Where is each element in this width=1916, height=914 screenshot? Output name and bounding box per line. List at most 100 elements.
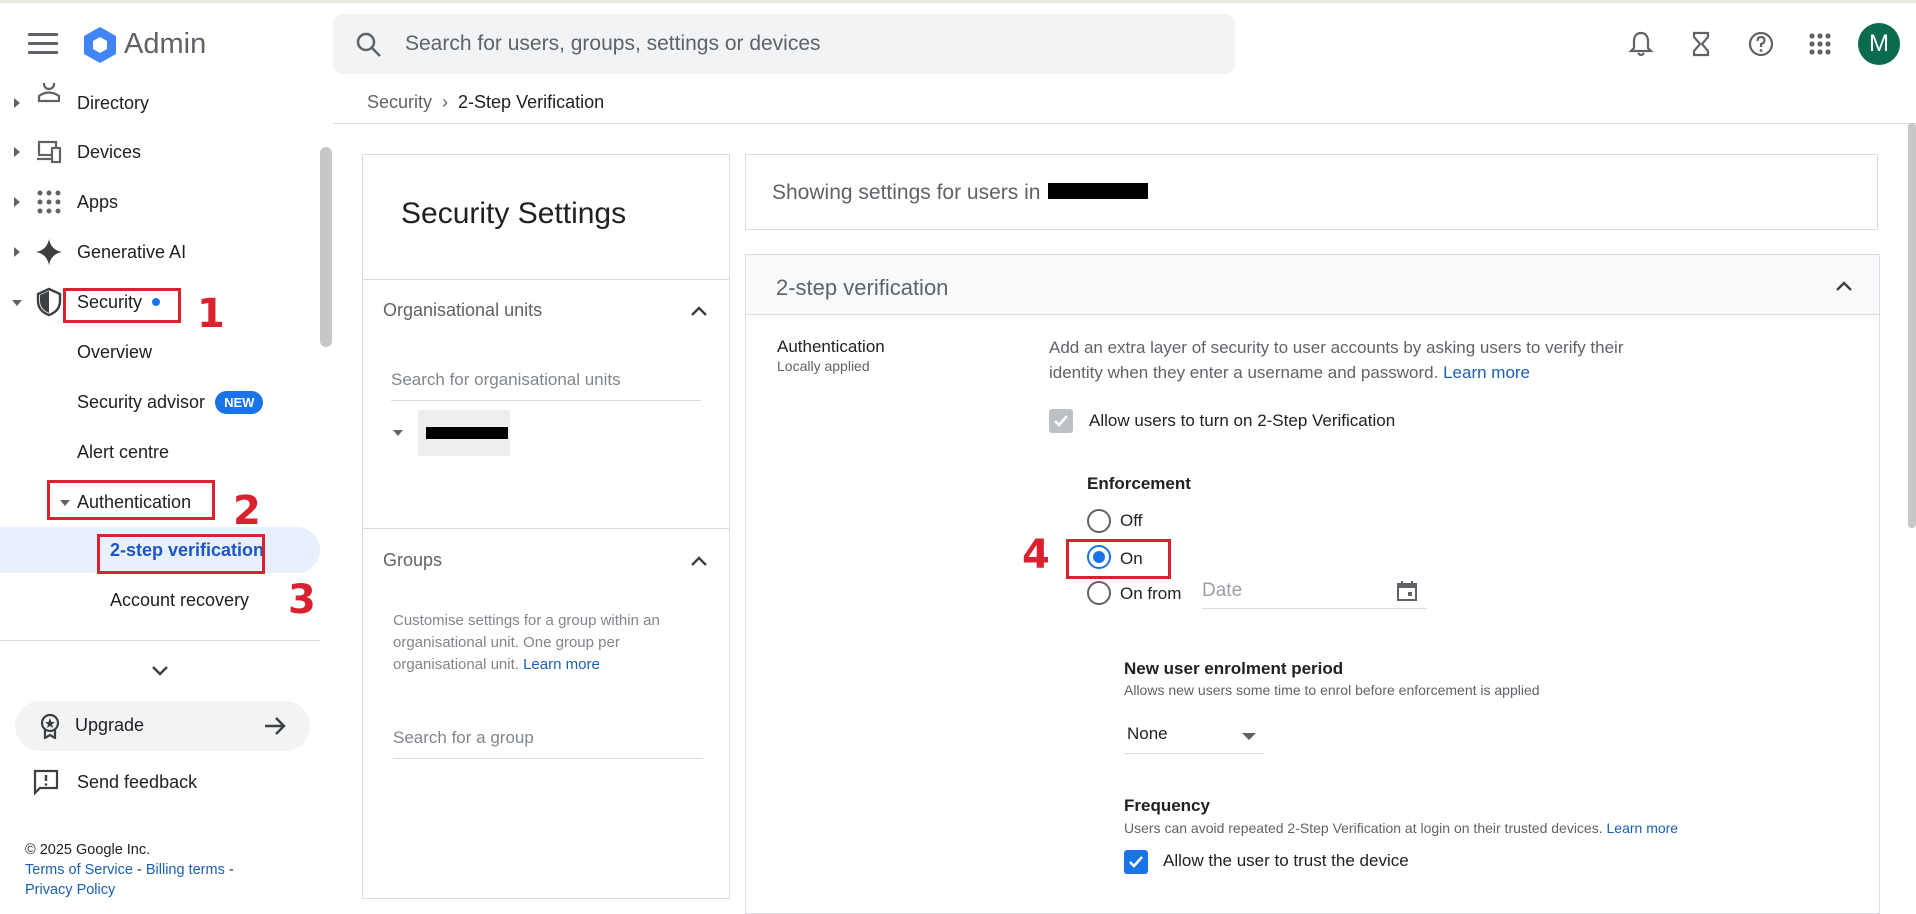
enforcement-on-from-label: On from bbox=[1120, 584, 1182, 603]
panel-title: Security Settings bbox=[401, 197, 627, 230]
sidebar-item-devices[interactable]: Devices bbox=[77, 129, 141, 175]
frequency-description-text: Users can avoid repeated 2-Step Verifica… bbox=[1124, 820, 1603, 836]
annotation-box-authentication bbox=[47, 480, 215, 520]
search-bar[interactable]: Search for users, groups, settings or de… bbox=[333, 14, 1235, 74]
expand-caret-icon[interactable] bbox=[14, 247, 20, 257]
search-input[interactable]: Search for users, groups, settings or de… bbox=[405, 32, 821, 56]
showing-settings-bar: Showing settings for users in bbox=[745, 154, 1878, 230]
shield-icon bbox=[36, 287, 62, 317]
header: Admin Search for users, groups, settings… bbox=[0, 3, 1916, 83]
authentication-label: Authentication bbox=[777, 337, 885, 356]
award-icon bbox=[40, 713, 60, 739]
expand-caret-icon[interactable] bbox=[14, 98, 20, 108]
locally-applied-label: Locally applied bbox=[777, 358, 870, 374]
collapse-caret-icon[interactable] bbox=[12, 300, 22, 306]
chevron-up-icon[interactable] bbox=[689, 554, 709, 568]
sidebar-item-overview[interactable]: Overview bbox=[77, 329, 152, 375]
sidebar-item-apps[interactable]: Apps bbox=[77, 179, 118, 225]
enforcement-on-from-radio[interactable] bbox=[1087, 581, 1111, 605]
groups-title: Groups bbox=[383, 550, 443, 570]
date-input[interactable]: Date bbox=[1202, 580, 1242, 602]
footer: © 2025 Google Inc. Terms of Service - Bi… bbox=[25, 842, 234, 898]
enrolment-period-select[interactable]: None bbox=[1124, 718, 1264, 754]
enforcement-off-label: Off bbox=[1120, 511, 1143, 530]
enrolment-period-value: None bbox=[1127, 724, 1168, 743]
sidebar-scrollbar[interactable] bbox=[320, 147, 332, 347]
terms-link[interactable]: Terms of Service bbox=[25, 862, 133, 878]
apps-icon bbox=[37, 190, 61, 214]
annotation-number: 3 bbox=[288, 577, 316, 623]
divider bbox=[333, 123, 1916, 124]
expand-caret-icon[interactable] bbox=[14, 147, 20, 157]
sparkle-icon bbox=[36, 239, 62, 265]
enforcement-title: Enforcement bbox=[1087, 474, 1191, 493]
auth-description-text: Add an extra layer of security to user a… bbox=[1049, 338, 1624, 382]
date-field[interactable]: Date bbox=[1202, 575, 1427, 609]
copyright: © 2025 Google Inc. bbox=[25, 842, 151, 858]
calendar-icon[interactable] bbox=[1396, 580, 1418, 602]
allow-2sv-label: Allow users to turn on 2-Step Verificati… bbox=[1089, 411, 1396, 430]
privacy-link[interactable]: Privacy Policy bbox=[25, 882, 115, 898]
card-header[interactable]: 2-step verification bbox=[746, 255, 1879, 315]
chevron-up-icon[interactable] bbox=[1834, 279, 1854, 293]
chevron-down-icon[interactable] bbox=[150, 661, 170, 681]
annotation-box-2sv bbox=[97, 534, 265, 574]
learn-more-link[interactable]: Learn more bbox=[523, 656, 600, 673]
admin-logo-icon bbox=[84, 27, 116, 63]
upgrade-label: Upgrade bbox=[75, 715, 145, 735]
menu-icon[interactable] bbox=[28, 33, 58, 55]
avatar[interactable]: M bbox=[1858, 23, 1900, 65]
notifications-bell-icon[interactable] bbox=[1626, 29, 1656, 59]
breadcrumb-current: 2-Step Verification bbox=[458, 92, 605, 112]
checkmark-icon bbox=[1054, 415, 1068, 427]
sidebar-item-label: Security advisor bbox=[77, 391, 206, 412]
auth-description: Add an extra layer of security to user a… bbox=[1049, 335, 1669, 385]
enforcement-off-radio[interactable] bbox=[1087, 509, 1111, 533]
sidebar-item-directory[interactable]: Directory bbox=[77, 83, 149, 126]
org-units-search-input[interactable]: Search for organisational units bbox=[391, 370, 701, 401]
sidebar-item-account-recovery[interactable]: Account recovery bbox=[110, 577, 249, 623]
sidebar-item-alert-centre[interactable]: Alert centre bbox=[77, 429, 169, 475]
expand-caret-icon[interactable] bbox=[14, 197, 20, 207]
hourglass-icon[interactable] bbox=[1686, 29, 1716, 59]
breadcrumb-security[interactable]: Security bbox=[367, 92, 432, 112]
sidebar-item-label: Overview bbox=[77, 341, 153, 362]
devices-icon bbox=[37, 140, 62, 164]
org-unit-chip[interactable] bbox=[418, 410, 510, 456]
group-search-input[interactable]: Search for a group bbox=[393, 728, 703, 759]
dropdown-arrow-icon bbox=[1242, 733, 1256, 740]
sidebar-item-label: Account recovery bbox=[110, 589, 250, 610]
expand-caret-icon[interactable] bbox=[393, 430, 403, 436]
sidebar-item-generative-ai[interactable]: Generative AI bbox=[77, 229, 186, 275]
annotation-number: 1 bbox=[197, 291, 225, 337]
sidebar: Directory Devices Apps Generative AI Sec… bbox=[0, 83, 332, 914]
breadcrumb-separator-icon: › bbox=[442, 92, 449, 112]
redacted-org-name bbox=[1048, 183, 1148, 199]
trust-device-checkbox[interactable] bbox=[1124, 850, 1148, 874]
search-icon bbox=[356, 32, 381, 57]
help-icon[interactable] bbox=[1746, 29, 1776, 59]
upgrade-button[interactable]: Upgrade bbox=[15, 701, 310, 751]
page-scrollbar[interactable] bbox=[1908, 123, 1916, 528]
breadcrumb: Security › 2-Step Verification bbox=[367, 92, 604, 113]
checkmark-icon bbox=[1129, 856, 1143, 868]
allow-2sv-checkbox[interactable] bbox=[1049, 409, 1073, 433]
billing-terms-link[interactable]: Billing terms bbox=[146, 862, 225, 878]
annotation-number: 2 bbox=[233, 488, 261, 534]
sidebar-nav: Directory Devices Apps Generative AI Sec… bbox=[0, 83, 330, 640]
arrow-right-icon bbox=[265, 717, 286, 735]
learn-more-link[interactable]: Learn more bbox=[1443, 363, 1530, 382]
sidebar-item-label: Generative AI bbox=[77, 241, 187, 262]
apps-grid-icon[interactable] bbox=[1805, 29, 1835, 59]
sidebar-item-label: Devices bbox=[77, 141, 142, 162]
annotation-box-enforcement-on bbox=[1066, 539, 1171, 579]
learn-more-link[interactable]: Learn more bbox=[1607, 820, 1679, 836]
divider bbox=[363, 528, 729, 529]
chevron-up-icon[interactable] bbox=[689, 304, 709, 318]
sidebar-item-security-advisor[interactable]: Security advisor NEW bbox=[77, 379, 264, 425]
card-title: 2-step verification bbox=[776, 275, 949, 300]
security-settings-panel: Security Settings Organisational units S… bbox=[362, 154, 730, 899]
groups-description: Customise settings for a group within an… bbox=[393, 610, 693, 676]
new-badge: NEW bbox=[215, 390, 264, 414]
app-brand[interactable]: Admin bbox=[124, 28, 206, 61]
